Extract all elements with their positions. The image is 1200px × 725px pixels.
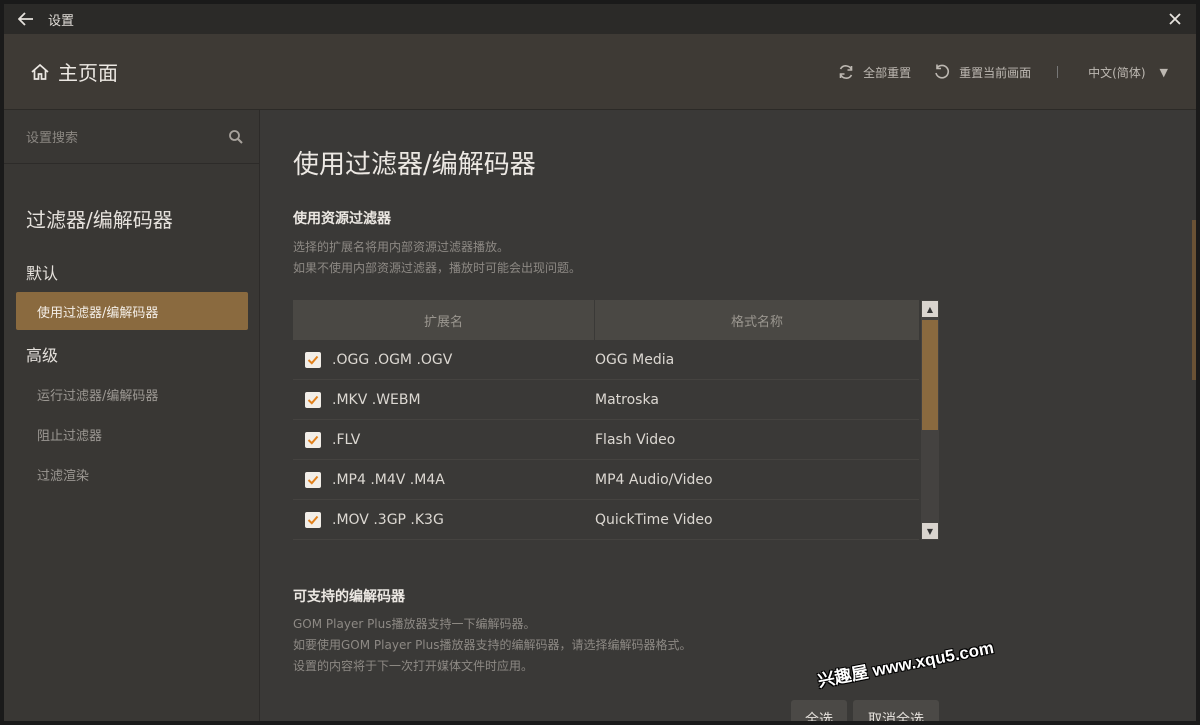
codecs-desc-line: 设置的内容将于下一次打开媒体文件时应用。 [293, 659, 534, 673]
title-bar: 设置 [4, 4, 1196, 34]
sidebar-item-run-filters[interactable]: 运行过滤器/编解码器 [16, 375, 248, 413]
row-extension: .MP4 .M4V .M4A [332, 471, 445, 488]
row-checkbox[interactable] [305, 471, 321, 488]
codecs-description: GOM Player Plus播放器支持一下编解码器。 如要使用GOM Play… [293, 614, 692, 677]
row-extension: .FLV [332, 431, 361, 448]
sidebar: 设置搜索 过滤器/编解码器 默认 使用过滤器/编解码器 高级 运行过滤器/编解码… [4, 110, 260, 721]
row-format: QuickTime Video [595, 511, 713, 528]
table-row[interactable]: .MKV .WEBM Matroska [293, 380, 919, 420]
caret-down-icon: ▼ [1159, 65, 1168, 79]
table-row[interactable]: .OGG .OGM .OGV OGG Media [293, 340, 919, 380]
row-format: MP4 Audio/Video [595, 471, 713, 488]
reset-all-button[interactable]: 全部重置 [837, 63, 911, 81]
row-extension: .OGG .OGM .OGV [332, 351, 453, 368]
reset-current-button[interactable]: 重置当前画面 [933, 63, 1031, 81]
row-checkbox[interactable] [305, 351, 321, 368]
reset-all-label: 全部重置 [863, 65, 912, 80]
scroll-up-icon[interactable]: ▲ [922, 301, 938, 317]
language-select[interactable]: 中文(简体) ▼ [1088, 64, 1168, 81]
table-scrollbar[interactable]: ▲ ▼ [921, 300, 939, 540]
reset-current-label: 重置当前画面 [959, 65, 1032, 80]
deselect-all-button[interactable]: 取消全选 [853, 700, 939, 721]
undo-icon [935, 64, 950, 79]
close-icon[interactable] [1160, 4, 1190, 34]
source-filter-desc-line: 如果不使用内部资源过滤器，播放时可能会出现问题。 [293, 261, 582, 275]
checkmark-icon [307, 515, 319, 525]
checkmark-icon [307, 435, 319, 445]
checkmark-icon [307, 475, 319, 485]
settings-search[interactable]: 设置搜索 [4, 110, 260, 164]
home-label: 主页面 [58, 61, 118, 85]
table-row[interactable]: .MOV .3GP .K3G QuickTime Video [293, 500, 919, 540]
main-panel: 使用过滤器/编解码器 使用资源过滤器 选择的扩展名将用内部资源过滤器播放。 如果… [261, 110, 1196, 721]
row-format: Flash Video [595, 431, 676, 448]
search-input[interactable]: 设置搜索 [26, 127, 228, 146]
row-format: Matroska [595, 391, 659, 408]
source-filter-desc-line: 选择的扩展名将用内部资源过滤器播放。 [293, 240, 510, 254]
scroll-down-icon[interactable]: ▼ [922, 523, 938, 539]
table-row[interactable]: .MP4 .M4V .M4A MP4 Audio/Video [293, 460, 919, 500]
row-extension: .MOV .3GP .K3G [332, 511, 444, 528]
sidebar-group-advanced: 高级 [26, 346, 59, 365]
table-row[interactable]: .FLV Flash Video [293, 420, 919, 460]
sidebar-category-title: 过滤器/编解码器 [26, 208, 173, 232]
sidebar-group-default: 默认 [26, 264, 59, 283]
extension-table: 扩展名 格式名称 .OGG .OGM .OGV OGG Media .MKV .… [293, 300, 939, 540]
page-scrollbar-thumb[interactable] [1192, 220, 1196, 380]
codecs-title: 可支持的编解码器 [293, 589, 405, 605]
home-icon [31, 63, 49, 80]
header-divider [1057, 66, 1059, 78]
row-checkbox[interactable] [305, 431, 321, 448]
sidebar-item-block-filters[interactable]: 阻止过滤器 [16, 415, 248, 453]
checkmark-icon [307, 355, 319, 365]
sidebar-item-use-filters[interactable]: 使用过滤器/编解码器 [16, 292, 248, 330]
row-format: OGG Media [595, 351, 675, 368]
refresh-icon [839, 65, 853, 79]
source-filter-description: 选择的扩展名将用内部资源过滤器播放。 如果不使用内部资源过滤器，播放时可能会出现… [293, 237, 581, 279]
settings-header: 主页面 全部重置 重置当前画面 中文(简体) ▼ [4, 34, 1196, 110]
checkmark-icon [307, 395, 319, 405]
select-all-button[interactable]: 全选 [791, 700, 847, 721]
home-button[interactable]: 主页面 [30, 57, 118, 86]
window-title: 设置 [48, 13, 75, 29]
source-filter-title: 使用资源过滤器 [293, 211, 391, 227]
language-value: 中文(简体) [1088, 65, 1146, 80]
row-checkbox[interactable] [305, 391, 321, 408]
codecs-desc-line: 如要使用GOM Player Plus播放器支持的编解码器，请选择编解码器格式。 [293, 638, 692, 652]
back-arrow-icon[interactable] [4, 4, 48, 34]
row-extension: .MKV .WEBM [332, 391, 421, 408]
scrollbar-thumb[interactable] [922, 320, 938, 430]
page-title: 使用过滤器/编解码器 [293, 150, 536, 180]
column-header-extension[interactable]: 扩展名 [293, 300, 595, 340]
sidebar-item-filter-render[interactable]: 过滤渲染 [16, 455, 248, 493]
row-checkbox[interactable] [305, 511, 321, 528]
search-icon[interactable] [228, 129, 244, 145]
column-header-format[interactable]: 格式名称 [595, 300, 919, 340]
codecs-desc-line: GOM Player Plus播放器支持一下编解码器。 [293, 617, 536, 631]
settings-window: 设置 主页面 全部重置 重置当前画面 中文(简体) ▼ 设置搜索 过滤器/编解码… [4, 4, 1196, 721]
table-header: 扩展名 格式名称 [293, 300, 919, 340]
